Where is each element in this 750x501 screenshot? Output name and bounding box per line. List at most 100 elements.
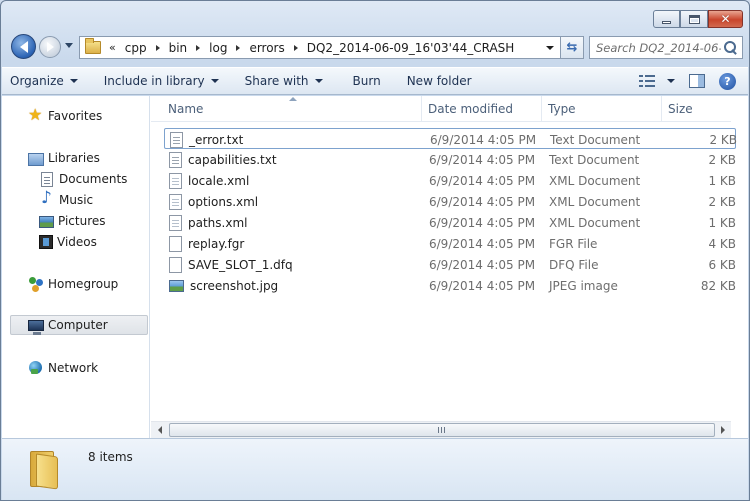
folder-icon: [85, 38, 101, 54]
table-row[interactable]: _error.txt 6/9/2014 4:05 PM Text Documen…: [164, 128, 737, 149]
close-button[interactable]: ✕: [708, 10, 743, 28]
breadcrumb-separator-icon[interactable]: [196, 44, 201, 51]
libraries-icon: [28, 152, 44, 166]
burn-label: Burn: [352, 74, 381, 88]
command-bar: Organize Include in library Share with B…: [2, 67, 748, 95]
dropdown-arrow-icon: [314, 79, 323, 83]
forward-arrow-icon: [46, 42, 54, 52]
dropdown-arrow-icon: [69, 79, 78, 83]
sidebar-item-music[interactable]: Music: [39, 188, 94, 210]
file-size: 1 KB: [708, 173, 736, 188]
search-box[interactable]: [589, 36, 743, 59]
sidebar-item-label: Pictures: [58, 214, 106, 228]
sidebar-item-label: Music: [59, 193, 94, 207]
documents-icon: [41, 171, 53, 187]
homegroup-icon: [28, 276, 44, 292]
sidebar-item-network[interactable]: Network: [28, 358, 98, 378]
explorer-window: ✕ « cpp bin log errors DQ2_2014-06-09_16…: [0, 0, 750, 501]
change-view-button[interactable]: [635, 70, 679, 92]
scroll-right-icon: [720, 426, 725, 434]
forward-button[interactable]: [39, 36, 61, 58]
sidebar-item-documents[interactable]: Documents: [39, 169, 127, 189]
history-buttons: [9, 34, 79, 60]
refresh-button[interactable]: ⇆: [561, 36, 584, 59]
dropdown-arrow-icon: [210, 79, 219, 83]
breadcrumb-current-folder[interactable]: DQ2_2014-06-09_16'03'44_CRASH: [307, 41, 515, 55]
breadcrumb-bin[interactable]: bin: [169, 41, 188, 55]
file-size: 2 KB: [709, 132, 737, 147]
breadcrumb-errors[interactable]: errors: [249, 41, 284, 55]
caption-buttons: ✕: [653, 10, 743, 28]
column-header-name[interactable]: Name: [162, 96, 422, 122]
file-size: 2 KB: [708, 152, 736, 167]
details-view-icon: [639, 74, 657, 88]
sidebar-item-computer[interactable]: Computer: [10, 315, 148, 335]
scrollbar-thumb[interactable]: [169, 423, 715, 437]
sidebar-item-libraries[interactable]: Libraries: [28, 148, 100, 168]
close-icon: ✕: [720, 12, 731, 26]
organize-label: Organize: [10, 74, 64, 88]
details-pane: 8 items: [2, 438, 748, 500]
scroll-left-icon: [157, 426, 162, 434]
preview-pane-icon[interactable]: [689, 74, 705, 88]
table-row[interactable]: capabilities.txt 6/9/2014 4:05 PM Text D…: [164, 149, 736, 170]
share-with-button[interactable]: Share with: [237, 70, 331, 92]
sidebar-item-homegroup[interactable]: Homegroup: [28, 274, 118, 294]
table-row[interactable]: options.xml 6/9/2014 4:05 PM XML Documen…: [164, 191, 736, 212]
burn-button[interactable]: Burn: [345, 70, 389, 92]
refresh-icon: ⇆: [566, 40, 578, 55]
breadcrumb-separator-icon[interactable]: [236, 44, 241, 51]
table-row[interactable]: paths.xml 6/9/2014 4:05 PM XML Document …: [164, 212, 736, 233]
sidebar-item-pictures[interactable]: Pictures: [39, 211, 106, 231]
sidebar-item-label: Network: [48, 361, 99, 375]
table-row[interactable]: locale.xml 6/9/2014 4:05 PM XML Document…: [164, 170, 736, 191]
sidebar-item-videos[interactable]: Videos: [39, 232, 97, 252]
breadcrumb-cpp[interactable]: cpp: [125, 41, 147, 55]
table-row[interactable]: replay.fgr 6/9/2014 4:05 PM FGR File 4 K…: [164, 233, 736, 254]
new-folder-button[interactable]: New folder: [399, 70, 480, 92]
sidebar-item-label: Videos: [57, 235, 97, 249]
content-area: Favorites Libraries Documents Music Pict…: [2, 96, 748, 438]
table-row[interactable]: SAVE_SLOT_1.dfq 6/9/2014 4:05 PM DFQ Fil…: [164, 254, 736, 275]
table-row[interactable]: screenshot.jpg 6/9/2014 4:05 PM JPEG ima…: [164, 275, 736, 296]
folder-icon: [28, 449, 64, 490]
grip-icon: [438, 427, 446, 433]
recent-pages-dropdown-icon[interactable]: [65, 43, 73, 48]
share-with-label: Share with: [244, 74, 309, 88]
back-arrow-icon: [19, 40, 28, 53]
computer-icon: [28, 320, 44, 335]
scroll-right-button[interactable]: [714, 422, 731, 438]
favorites-star-icon: [28, 105, 44, 124]
back-button[interactable]: [11, 34, 36, 59]
organize-button[interactable]: Organize: [2, 70, 86, 92]
include-in-library-label: Include in library: [103, 74, 205, 88]
help-icon[interactable]: ?: [719, 72, 736, 90]
file-size: 2 KB: [708, 194, 736, 209]
column-header-type[interactable]: Type: [542, 96, 662, 122]
column-header-size[interactable]: Size: [662, 96, 722, 122]
file-size: 1 KB: [708, 215, 736, 230]
horizontal-scrollbar[interactable]: [151, 421, 731, 438]
videos-icon: [39, 235, 53, 249]
maximize-button[interactable]: [680, 10, 708, 28]
breadcrumb-log[interactable]: log: [209, 41, 227, 55]
sidebar-item-favorites[interactable]: Favorites: [28, 105, 103, 126]
sidebar-item-label: Favorites: [48, 109, 103, 123]
address-dropdown-icon[interactable]: [546, 45, 554, 50]
pictures-icon: [39, 216, 54, 228]
column-header-date-modified[interactable]: Date modified: [422, 96, 542, 122]
breadcrumb-separator-icon[interactable]: [293, 44, 298, 51]
include-in-library-button[interactable]: Include in library: [96, 70, 227, 92]
network-icon: [28, 360, 44, 376]
navigation-pane: Favorites Libraries Documents Music Pict…: [2, 96, 150, 438]
search-input[interactable]: [590, 40, 721, 55]
breadcrumb-overflow[interactable]: «: [109, 41, 116, 54]
maximize-icon: [688, 14, 700, 24]
navigation-bar: « cpp bin log errors DQ2_2014-06-09_16'0…: [9, 34, 743, 60]
scroll-left-button[interactable]: [151, 422, 168, 438]
address-bar[interactable]: « cpp bin log errors DQ2_2014-06-09_16'0…: [79, 36, 561, 59]
file-size: 4 KB: [708, 236, 736, 251]
breadcrumb-separator-icon[interactable]: [155, 44, 160, 51]
minimize-button[interactable]: [653, 10, 680, 28]
search-icon[interactable]: [721, 39, 739, 57]
